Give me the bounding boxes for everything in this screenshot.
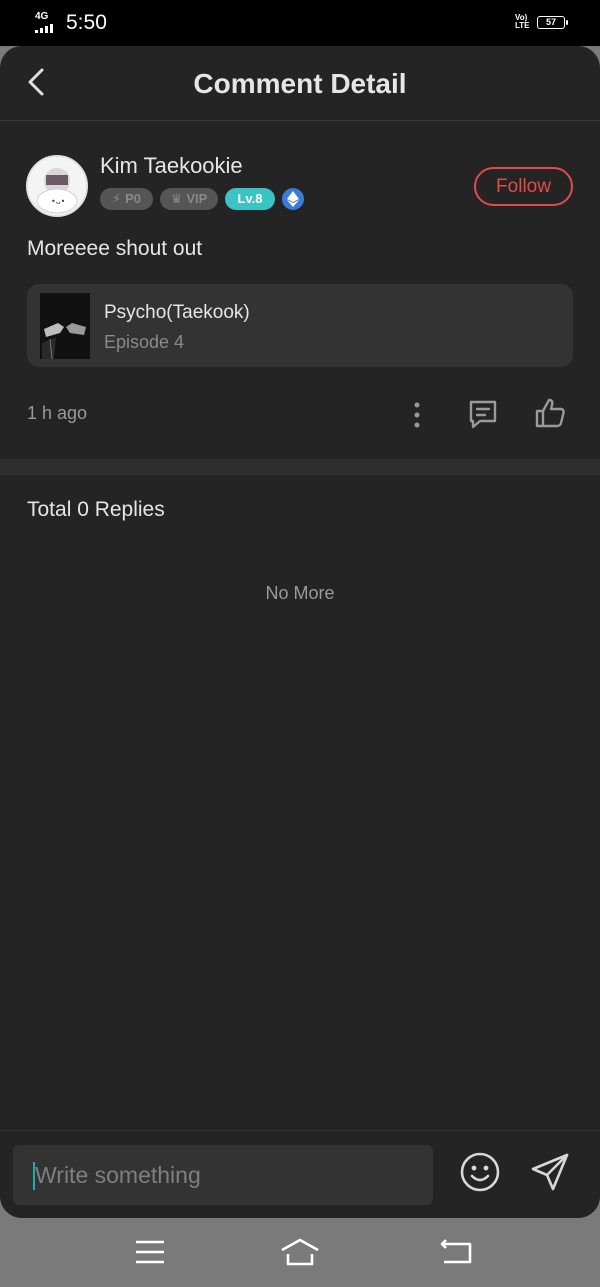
clock: 5:50	[66, 11, 107, 34]
comment-input-bar	[0, 1130, 600, 1218]
home-icon	[281, 1238, 319, 1266]
episode-subtitle: Episode 4	[104, 332, 185, 352]
send-icon	[531, 1153, 569, 1191]
header: Comment Detail	[0, 46, 600, 121]
thumbs-up-icon	[535, 398, 565, 428]
episode-title: Psycho(Taekook)	[104, 302, 250, 323]
more-vertical-icon	[414, 402, 420, 428]
status-bar: 4G 5:50 Vo) LTE 57	[0, 0, 600, 46]
episode-card[interactable]: Psycho(Taekook) Episode 4	[27, 284, 573, 367]
lightning-icon: ⚡	[111, 191, 122, 206]
recent-apps-button[interactable]	[130, 1234, 170, 1270]
comment-card: •ᴗ• Kim Taekookie ⚡ P0 ♛ VIP Lv.8 Follow…	[0, 121, 600, 459]
battery-icon: 57	[537, 16, 568, 29]
app-screen: Comment Detail •ᴗ• Kim Taekookie ⚡ P0 ♛ …	[0, 46, 600, 1218]
svg-text:•ᴗ•: •ᴗ•	[51, 197, 65, 206]
return-icon	[440, 1239, 472, 1264]
username[interactable]: Kim Taekookie	[100, 153, 243, 179]
diamond-icon	[282, 188, 304, 210]
replies-count: Total 0 Replies	[27, 498, 165, 521]
avatar[interactable]: •ᴗ•	[26, 155, 88, 217]
vip-badge-label: VIP	[186, 191, 208, 206]
user-badges: ⚡ P0 ♛ VIP Lv.8	[100, 188, 304, 210]
reply-button[interactable]	[466, 397, 500, 431]
signal-indicator: 4G	[35, 12, 53, 33]
volte-indicator: Vo) LTE	[515, 13, 530, 30]
points-badge: ⚡ P0	[100, 188, 153, 210]
send-button[interactable]	[529, 1151, 571, 1193]
no-more-label: No More	[265, 583, 335, 603]
page-title: Comment Detail	[193, 68, 407, 99]
emoji-icon	[460, 1152, 500, 1192]
avatar-image: •ᴗ•	[28, 157, 86, 215]
vip-badge: ♛ VIP	[160, 188, 218, 210]
follow-button[interactable]: Follow	[474, 167, 573, 206]
episode-thumbnail	[40, 293, 90, 359]
section-divider	[0, 459, 600, 475]
system-nav-bar	[0, 1218, 600, 1287]
back-nav-button[interactable]	[436, 1234, 476, 1270]
home-button[interactable]	[280, 1234, 320, 1270]
comment-text: Moreeee shout out	[27, 237, 203, 260]
more-options-button[interactable]	[404, 399, 430, 431]
signal-bars-icon	[35, 24, 53, 33]
emoji-button[interactable]	[459, 1151, 501, 1193]
crown-icon: ♛	[170, 191, 183, 206]
menu-icon	[136, 1240, 164, 1264]
write-comment-input[interactable]	[13, 1145, 433, 1205]
points-badge-label: P0	[125, 191, 142, 206]
like-button[interactable]	[533, 396, 567, 430]
network-type: 4G	[35, 11, 49, 22]
level-badge: Lv.8	[225, 188, 275, 210]
comment-timestamp: 1 h ago	[27, 403, 88, 423]
reply-icon	[469, 400, 497, 429]
text-caret	[33, 1162, 35, 1190]
